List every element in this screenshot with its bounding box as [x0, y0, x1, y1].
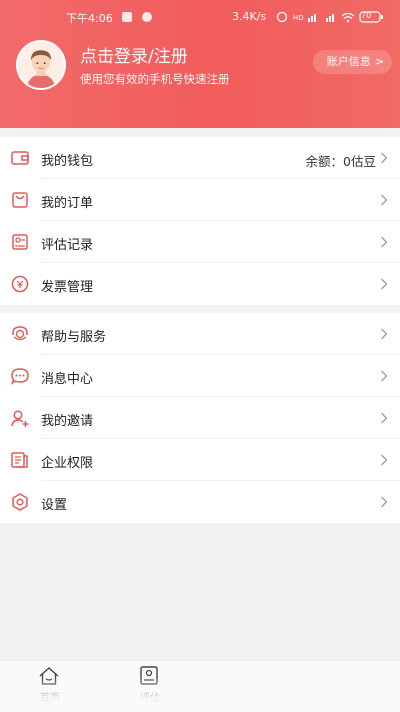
wallet-icon: [11, 151, 29, 165]
battery-level: 70: [361, 11, 372, 20]
menu-item-wallet[interactable]: 我的钱包 余额：0估豆: [0, 137, 400, 179]
invite-user-icon: [11, 410, 29, 427]
account-info-button[interactable]: 账户信息 >: [312, 50, 392, 74]
menu-group-account: 我的钱包 余额：0估豆 我的订单 评估记录 发票管理: [0, 137, 400, 305]
menu-item-settings[interactable]: 设置: [0, 481, 400, 523]
wallet-balance: 余额：0估豆: [305, 154, 376, 169]
message-icon: [11, 368, 29, 386]
chevron-right-icon: [381, 152, 388, 164]
tab-bar-fade-overlay: [0, 677, 400, 712]
chevron-right-icon: [381, 194, 388, 206]
status-time: 下午4:06: [66, 12, 113, 25]
network-speed: 3.4K/s: [232, 10, 267, 23]
chevron-right-icon: [381, 370, 388, 382]
menu-item-label: 评估记录: [41, 238, 94, 253]
menu-item-label: 我的订单: [41, 196, 94, 211]
status-bar: 下午4:06 3.4K/s HD 70: [0, 6, 400, 26]
login-register-link[interactable]: 点击登录/注册: [80, 42, 188, 67]
menu-item-label: 我的邀请: [41, 414, 94, 429]
chevron-right-icon: [381, 236, 388, 248]
record-icon: [12, 234, 28, 250]
chevron-right-icon: [381, 412, 388, 424]
menu-item-help[interactable]: 帮助与服务: [0, 313, 400, 355]
profile-header: 下午4:06 3.4K/s HD 70 点击登录/注册 使用您有效的手机号快速注…: [0, 0, 400, 128]
invoice-icon: [11, 275, 29, 293]
menu-item-label: 消息中心: [41, 372, 94, 387]
menu-item-invites[interactable]: 我的邀请: [0, 397, 400, 439]
avatar-icon: [18, 42, 64, 88]
menu-item-label: 我的钱包: [41, 154, 94, 169]
chevron-right-icon: >: [374, 55, 384, 68]
chevron-right-icon: [381, 496, 388, 508]
headset-icon: [12, 326, 28, 341]
account-info-label: 账户信息: [326, 55, 371, 68]
notification-icon: [122, 12, 132, 22]
enterprise-icon: [11, 452, 28, 468]
bottom-tab-bar: 首页 评估: [0, 660, 400, 712]
menu-item-messages[interactable]: 消息中心: [0, 355, 400, 397]
menu-item-label: 帮助与服务: [41, 330, 107, 345]
chevron-right-icon: [381, 278, 388, 290]
chevron-right-icon: [381, 454, 388, 466]
settings-icon: [12, 493, 28, 511]
order-icon: [12, 192, 28, 208]
menu-item-label: 设置: [41, 498, 68, 513]
chevron-right-icon: [381, 328, 388, 340]
menu-group-services: 帮助与服务 消息中心 我的邀请 企业权限 设置: [0, 313, 400, 523]
menu-item-label: 发票管理: [41, 280, 94, 295]
avatar[interactable]: [16, 40, 66, 90]
menu-item-enterprise[interactable]: 企业权限: [0, 439, 400, 481]
menu-item-orders[interactable]: 我的订单: [0, 179, 400, 221]
login-subtitle: 使用您有效的手机号快速注册: [80, 72, 230, 86]
menu-item-label: 企业权限: [41, 456, 94, 471]
menu-item-invoices[interactable]: 发票管理: [0, 263, 400, 305]
notification-icon: [142, 12, 152, 22]
svg-text:HD: HD: [293, 14, 304, 22]
menu-item-records[interactable]: 评估记录: [0, 221, 400, 263]
